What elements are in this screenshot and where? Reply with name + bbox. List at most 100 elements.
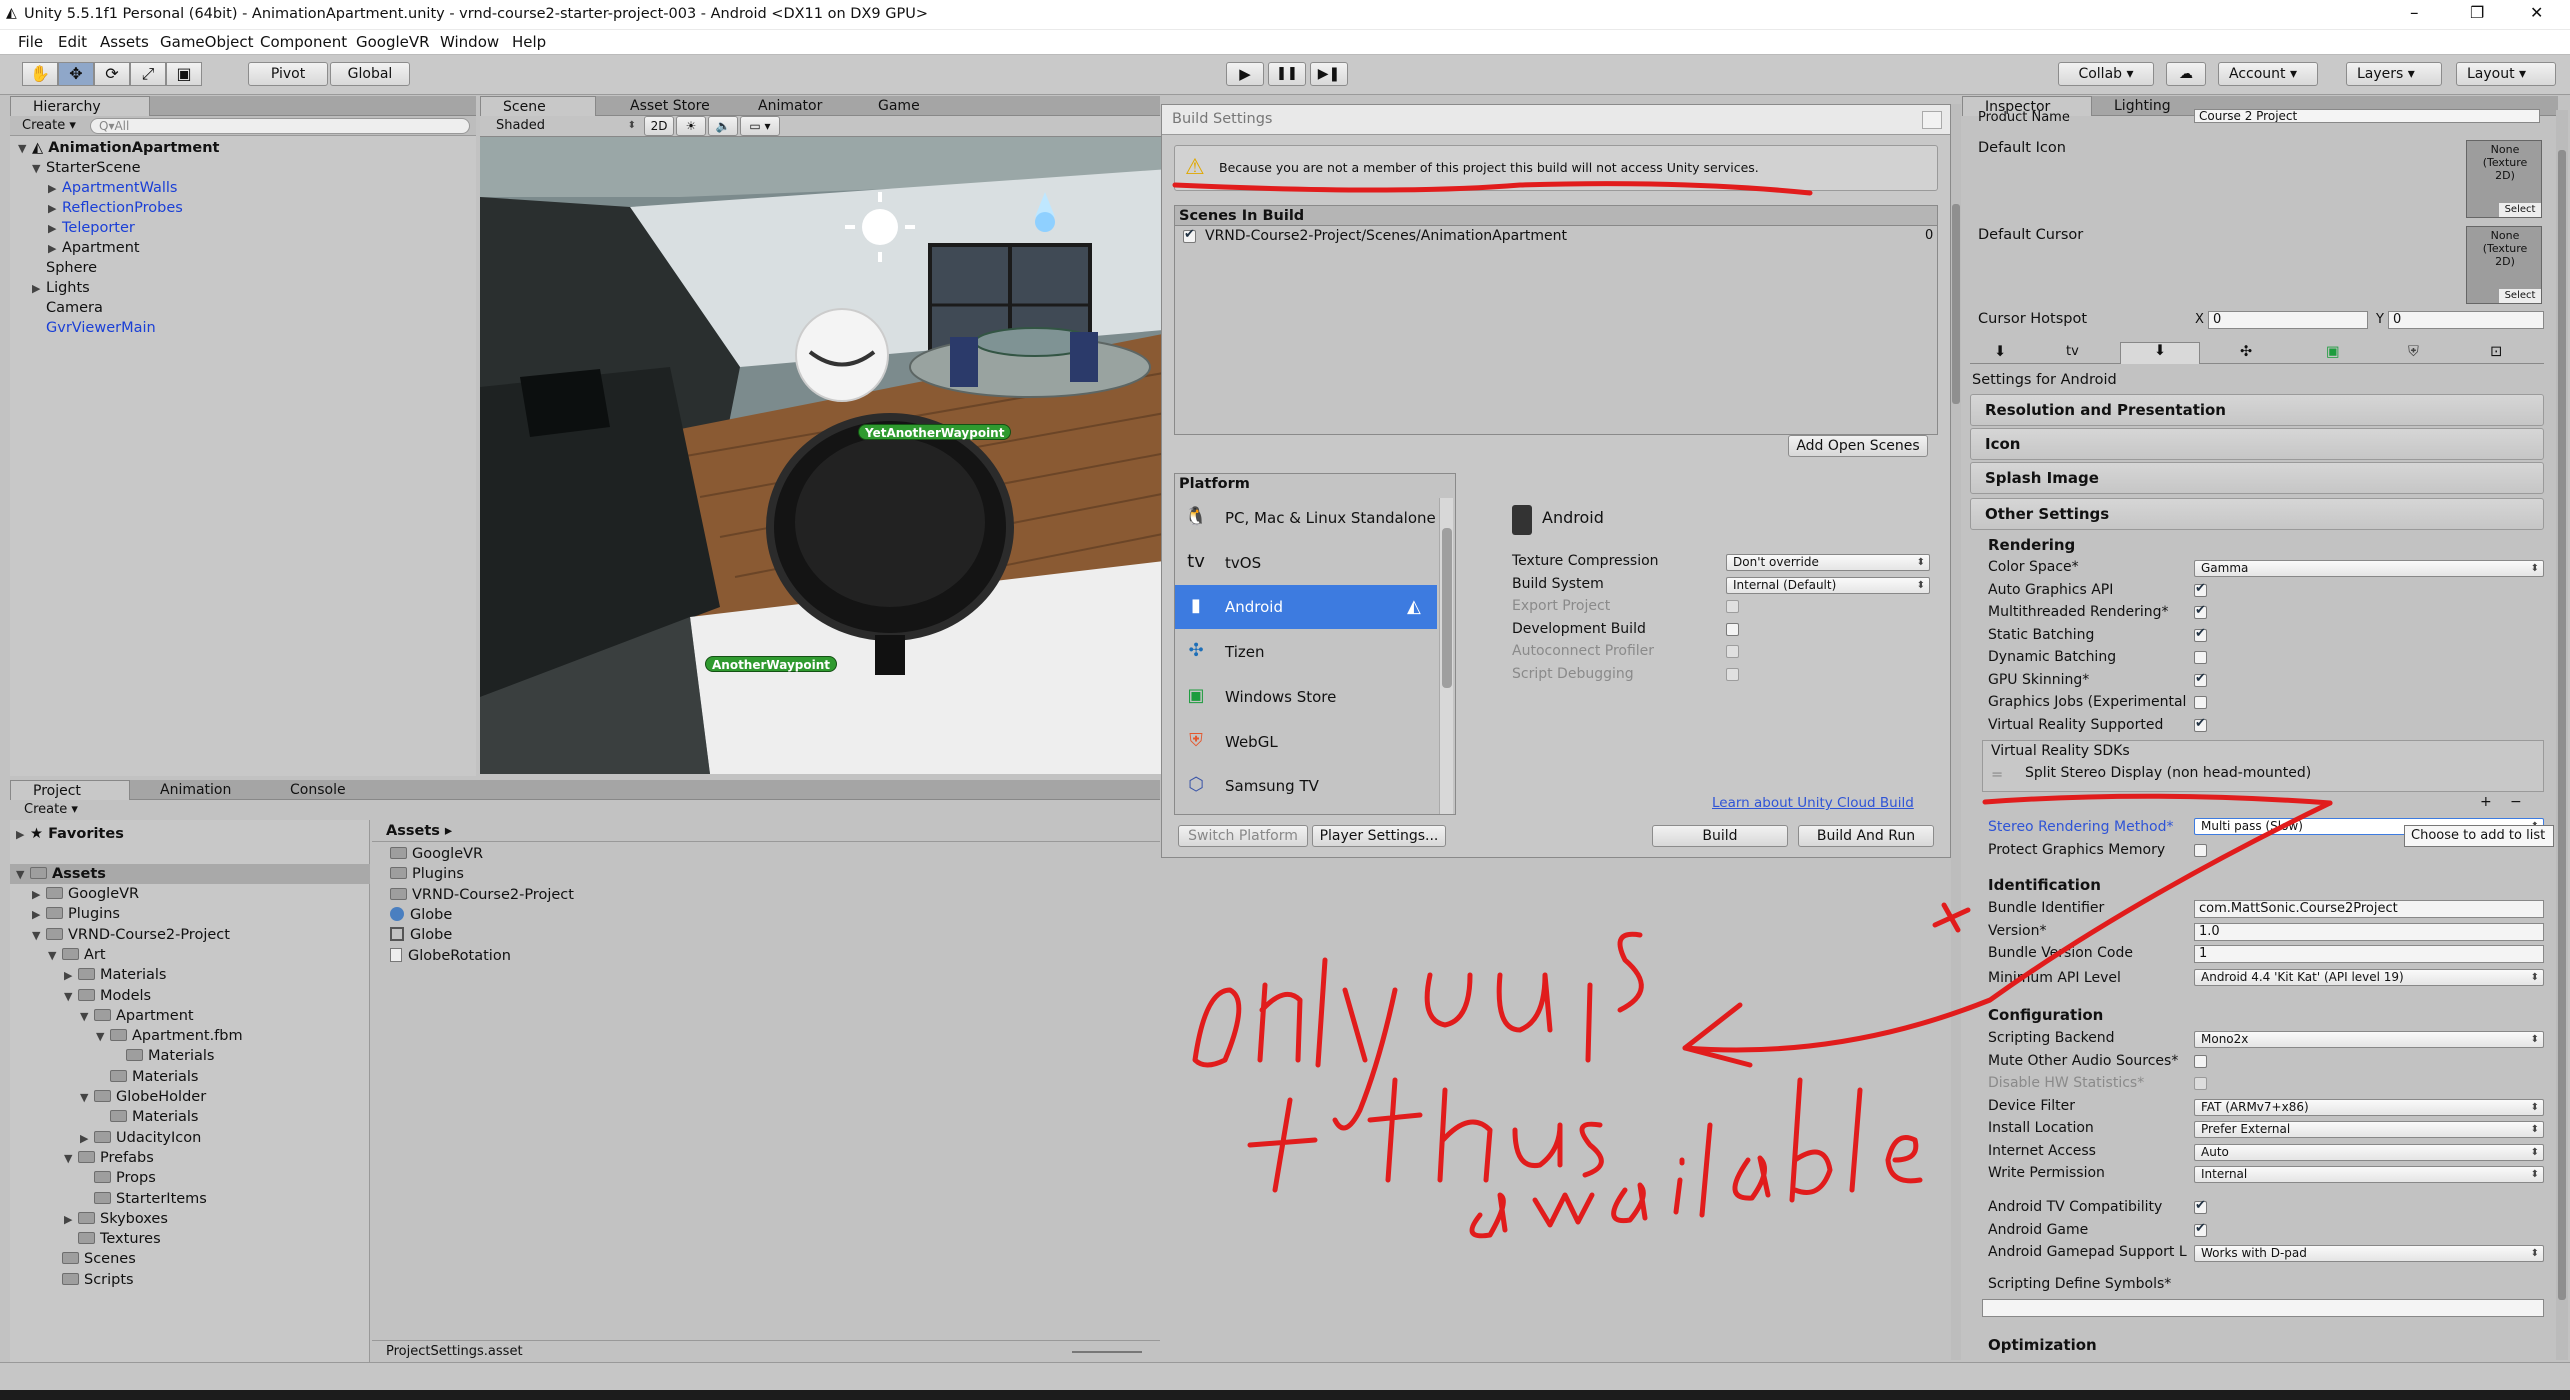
setting-checkbox[interactable] [2194, 1054, 2207, 1068]
setting-dropdown[interactable]: Prefer External [2194, 1121, 2544, 1138]
expand-arrow-icon[interactable]: ▼ [64, 1149, 78, 1169]
expand-arrow-icon[interactable]: ▶ [64, 1210, 78, 1230]
project-tree-item[interactable]: Textures [64, 1229, 161, 1249]
setting-checkbox[interactable] [2194, 1221, 2207, 1237]
product-name-field[interactable]: Course 2 Project [2194, 109, 2540, 123]
setting-checkbox[interactable] [2194, 696, 2207, 709]
pause-icon[interactable]: ❚❚ [1268, 62, 1306, 86]
min-api-dropdown[interactable]: Android 4.4 'Kit Kat' (API level 19) [2194, 969, 2544, 986]
asset-item[interactable]: VRND-Course2-Project [390, 885, 574, 905]
section-other-settings[interactable]: Other Settings [1970, 498, 2544, 530]
step-icon[interactable]: ▶❚ [1310, 62, 1348, 86]
restore-button[interactable]: ❐ [2470, 3, 2484, 22]
project-tree-item[interactable]: ▶ GoogleVR [32, 884, 139, 904]
layers-dropdown[interactable]: Layers ▾ [2346, 62, 2442, 86]
setting-checkbox[interactable] [2194, 603, 2207, 619]
expand-arrow-icon[interactable]: ▶ [32, 885, 46, 905]
tizen-tab-icon[interactable]: ✣ [2240, 344, 2252, 360]
hotspot-y-field[interactable]: 0 [2388, 311, 2544, 329]
setting-checkbox[interactable] [2194, 1198, 2207, 1214]
tree-item-camera[interactable]: Camera [32, 298, 103, 318]
default-icon-slot[interactable]: None (Texture 2D) Select [2466, 140, 2542, 218]
setting-checkbox[interactable] [2194, 1077, 2207, 1090]
setting-dropdown[interactable]: FAT (ARMv7+x86) [2194, 1098, 2544, 1116]
samsung-tv-tab-icon[interactable]: ⊡ [2490, 344, 2502, 360]
tree-item-reflectionprobes[interactable]: ▶ ReflectionProbes [48, 198, 183, 218]
asset-item[interactable]: GoogleVR [390, 844, 483, 864]
tree-item-sphere[interactable]: Sphere [32, 258, 97, 278]
expand-arrow-icon[interactable]: ▶ [32, 905, 46, 925]
waypoint-another[interactable]: AnotherWaypoint [705, 656, 837, 672]
project-tree-item[interactable]: Scenes [48, 1249, 136, 1269]
build-settings-close-icon[interactable] [1922, 111, 1942, 129]
cloud-build-link[interactable]: Learn about Unity Cloud Build [1712, 795, 1914, 811]
project-tree-item[interactable]: Materials [96, 1107, 198, 1127]
setting-checkbox[interactable] [2194, 626, 2207, 642]
project-tree-item[interactable]: Scripts [48, 1270, 134, 1290]
platform-item[interactable]: ⛨ WebGL [1175, 720, 1437, 764]
platform-item[interactable]: ✣ Tizen [1175, 630, 1437, 674]
scene-viewport[interactable]: YetAnotherWaypoint AnotherWaypoint [480, 137, 1198, 774]
minimize-button[interactable]: – [2410, 3, 2419, 23]
project-tree-item[interactable]: ▶ Materials [64, 965, 166, 985]
hotspot-x-field[interactable]: 0 [2208, 311, 2368, 329]
build-option-checkbox[interactable] [1726, 600, 1739, 614]
project-tree-item[interactable]: ▼ Models [64, 986, 151, 1006]
project-tree-item[interactable]: Materials [112, 1046, 214, 1066]
tab-animator[interactable]: Animator [736, 96, 846, 116]
build-window-scrollbar[interactable] [1951, 104, 1961, 1360]
tree-item-apartmentwalls[interactable]: ▶ ApartmentWalls [48, 178, 177, 198]
pivot-button[interactable]: Pivot [248, 62, 328, 86]
setting-checkbox[interactable] [2194, 581, 2207, 597]
expand-arrow-icon[interactable]: ▼ [80, 1088, 94, 1108]
expand-arrow-icon[interactable]: ▼ [64, 987, 78, 1007]
project-tree-item[interactable]: ▶ Plugins [32, 904, 120, 924]
tab-asset-store[interactable]: Asset Store [608, 96, 728, 116]
asset-item[interactable]: GlobeRotation [390, 946, 511, 966]
define-symbols-field[interactable] [1982, 1299, 2544, 1317]
menu-edit[interactable]: Edit [58, 33, 87, 51]
menu-googlevr[interactable]: GoogleVR [356, 33, 430, 51]
protect-graphics-checkbox[interactable] [2194, 844, 2207, 857]
project-tree-item[interactable]: Materials [96, 1067, 198, 1087]
platform-item[interactable]: ⬡ Samsung TV [1175, 764, 1437, 808]
tab-console[interactable]: Console [268, 780, 368, 800]
setting-field[interactable]: 1.0 [2194, 922, 2544, 941]
section-splash[interactable]: Splash Image [1970, 462, 2544, 494]
rotate-tool-icon[interactable]: ⟳ [94, 62, 130, 86]
menu-window[interactable]: Window [440, 33, 499, 51]
asset-item[interactable]: Globe [390, 905, 452, 925]
project-tree-item[interactable]: ▼ Apartment.fbm [96, 1026, 243, 1046]
expand-arrow-icon[interactable]: ▶ [64, 966, 78, 986]
remove-sdk-icon[interactable]: − [2510, 794, 2522, 810]
mode-2d-button[interactable]: 2D [644, 116, 674, 136]
tab-project[interactable]: Project [10, 780, 130, 800]
project-create-button[interactable]: Create ▾ [24, 802, 78, 817]
add-sdk-icon[interactable]: + [2480, 794, 2492, 810]
setting-field[interactable]: com.MattSonic.Course2Project [2194, 900, 2544, 918]
project-tree-item[interactable]: ▼ VRND-Course2-Project [32, 925, 230, 945]
scale-tool-icon[interactable]: ⤢ [130, 62, 166, 86]
close-button[interactable]: ✕ [2530, 3, 2543, 22]
tree-item-starterscene[interactable]: ▼ StarterScene [32, 158, 141, 178]
player-settings-button[interactable]: Player Settings... [1312, 825, 1446, 847]
add-open-scenes-button[interactable]: Add Open Scenes [1788, 435, 1928, 457]
hand-tool-icon[interactable]: ✋ [22, 62, 58, 86]
hierarchy-search-input[interactable]: Q▾All [90, 118, 470, 134]
project-tree-item[interactable]: ▼ GlobeHolder [80, 1087, 206, 1107]
project-tree-item[interactable]: ▶ Skyboxes [64, 1209, 168, 1229]
shading-dropdown[interactable]: Shaded [490, 118, 640, 135]
setting-dropdown[interactable]: Auto [2194, 1143, 2544, 1161]
windows-store-tab-icon[interactable]: ▣ [2326, 344, 2340, 360]
cloud-icon[interactable]: ☁ [2166, 62, 2206, 86]
tree-item-apartment[interactable]: ▶ Apartment [48, 238, 140, 258]
project-tree-item[interactable]: ▼ Prefabs [64, 1148, 154, 1168]
menu-component[interactable]: Component [260, 33, 347, 51]
standalone-tab-icon[interactable]: ⬇ [1994, 344, 2006, 360]
menu-gameobject[interactable]: GameObject [160, 33, 254, 51]
platform-item[interactable]: 🐧 PC, Mac & Linux Standalone [1175, 496, 1437, 540]
default-cursor-slot[interactable]: None (Texture 2D) Select [2466, 226, 2542, 304]
section-resolution[interactable]: Resolution and Presentation [1970, 394, 2544, 426]
favorites-item[interactable]: ▶ ★ Favorites [16, 824, 124, 844]
expand-arrow-icon[interactable]: ▼ [80, 1007, 94, 1027]
